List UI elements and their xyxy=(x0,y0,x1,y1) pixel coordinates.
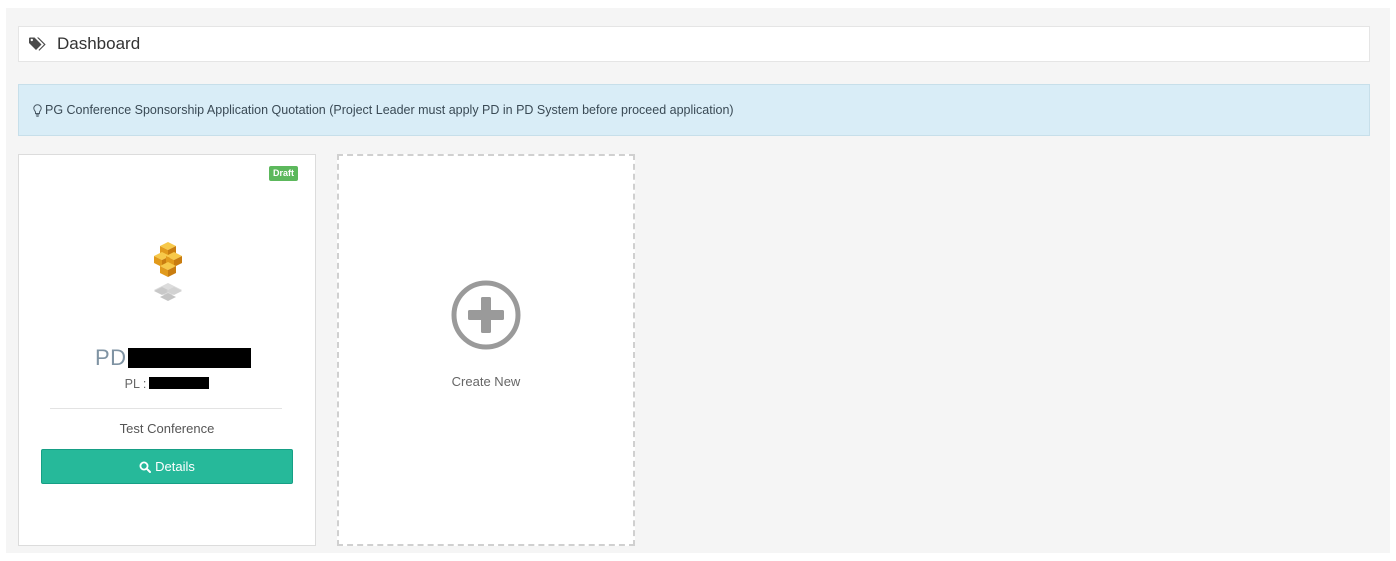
plus-circle-icon xyxy=(449,278,523,352)
details-button[interactable]: Details xyxy=(41,449,293,484)
create-new-card[interactable]: Create New xyxy=(337,154,635,546)
redacted-leader-name xyxy=(149,377,210,389)
stacked-boxes-logo xyxy=(147,237,189,307)
project-leader: PL : xyxy=(19,377,315,391)
search-icon xyxy=(139,461,152,473)
pd-code-prefix: PD xyxy=(95,345,127,370)
redacted-code xyxy=(127,348,251,368)
create-new-label: Create New xyxy=(451,374,521,389)
card-divider xyxy=(50,408,282,409)
status-badge: Draft xyxy=(268,166,298,181)
breadcrumb: Dashboard xyxy=(18,26,1370,62)
lightbulb-icon xyxy=(33,103,42,117)
banner-text: PG Conference Sponsorship Application Qu… xyxy=(45,103,734,117)
info-banner: PG Conference Sponsorship Application Qu… xyxy=(18,84,1370,136)
application-card: Draft PD PL : Test Conference Details xyxy=(18,154,316,546)
tags-icon xyxy=(29,36,47,52)
details-label: Details xyxy=(155,459,195,474)
conference-title: Test Conference xyxy=(119,421,215,436)
page-title: Dashboard xyxy=(57,34,141,53)
pd-code: PD xyxy=(95,345,251,371)
pl-label: PL : xyxy=(124,377,147,391)
